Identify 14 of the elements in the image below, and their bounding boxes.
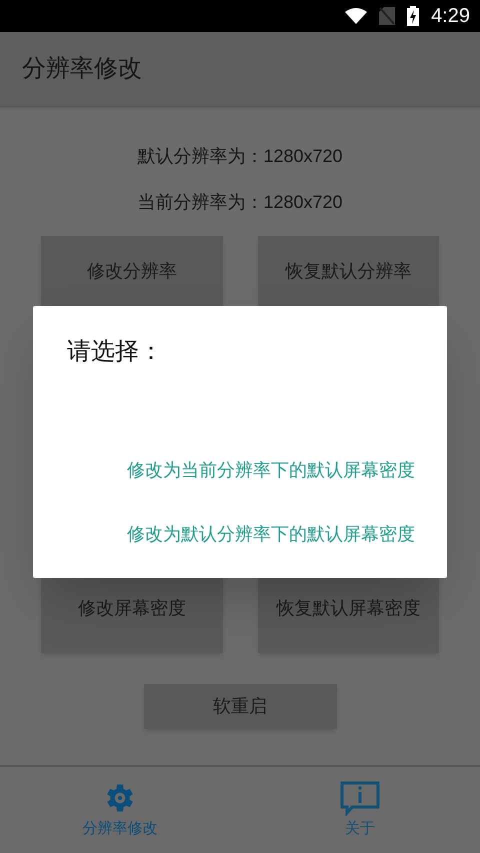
info-bubble-icon — [339, 780, 381, 816]
wifi-icon — [345, 8, 368, 24]
nav-tab[interactable]: 分辨率修改 — [0, 767, 240, 853]
dialog-option[interactable]: 修改为默认分辨率下的默认屏幕密度 — [127, 519, 415, 549]
app-title: 分辨率修改 — [22, 54, 142, 84]
nav-tab[interactable]: 关于 — [240, 767, 480, 853]
resolution-info: 当前分辨率为：1280x720 — [137, 191, 343, 213]
dialog-option[interactable]: 修改为当前分辨率下的默认屏幕密度 — [127, 455, 415, 485]
battery-charging-icon — [407, 6, 420, 26]
no-sim-icon — [379, 7, 396, 25]
resolution-info: 默认分辨率为：1280x720 — [137, 145, 343, 167]
action-button[interactable]: 软重启 — [144, 684, 336, 729]
dialog-title: 请选择： — [67, 337, 164, 367]
status-time: 4:29 — [431, 4, 470, 29]
